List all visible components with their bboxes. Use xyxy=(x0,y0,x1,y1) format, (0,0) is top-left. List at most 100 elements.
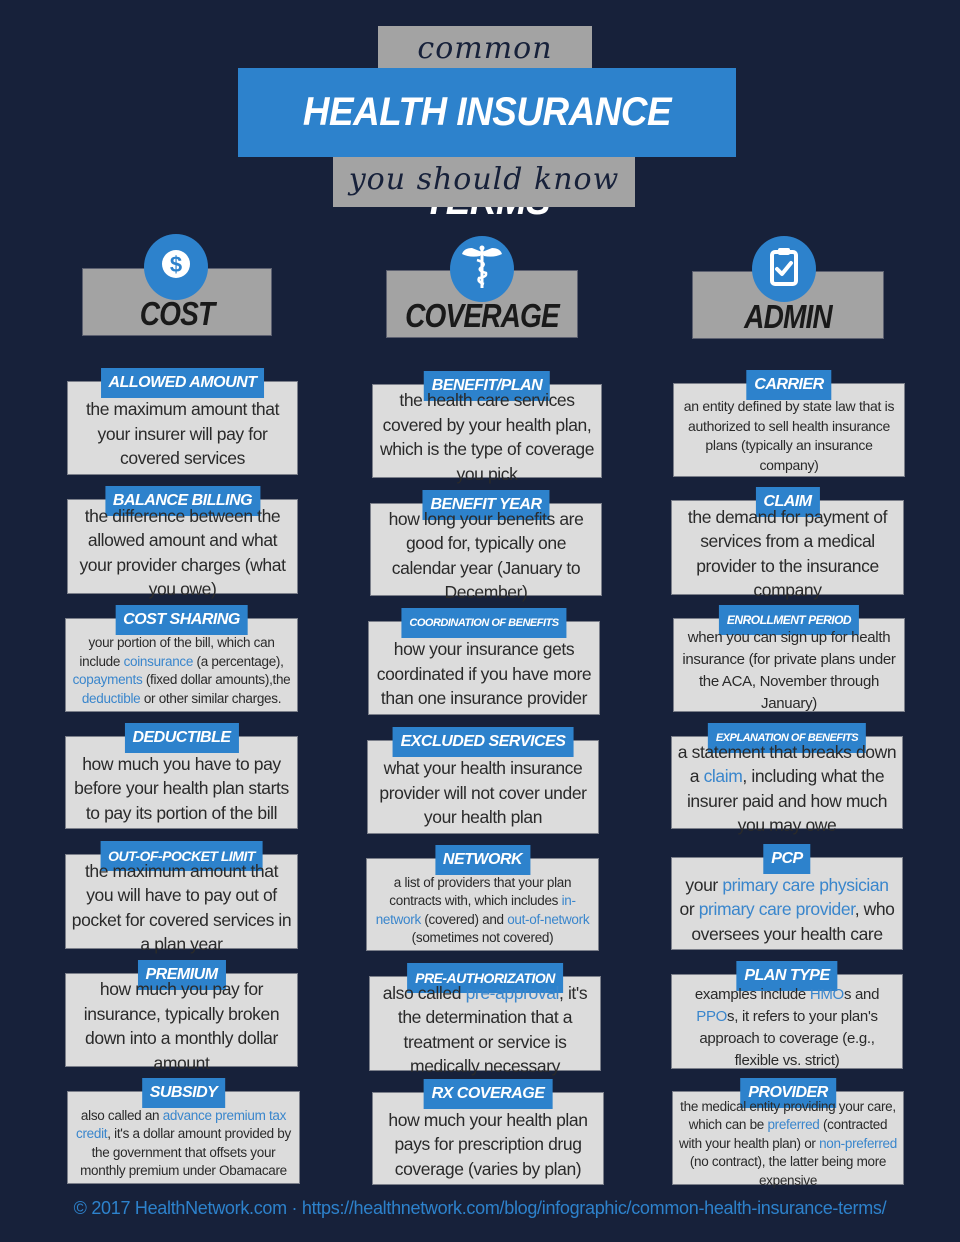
highlighted-term: HMO xyxy=(809,985,844,1003)
highlighted-term: primary care physician xyxy=(722,874,889,895)
term-title: SUBSIDY xyxy=(141,1078,226,1108)
term-description-text: how long your benefits are good for, typ… xyxy=(375,507,597,605)
term-description: how much your health plan pays for presc… xyxy=(377,1109,599,1180)
term-card: COORDINATION OF BENEFITS how your insura… xyxy=(368,608,600,715)
term-description-text: also called pre-approval, it's the deter… xyxy=(374,981,596,1079)
term-description: how long your benefits are good for, typ… xyxy=(375,509,597,603)
term-card: EXPLANATION OF BENEFITS a statement that… xyxy=(671,723,903,836)
term-description-text: the maximum amount that you will have to… xyxy=(70,859,293,957)
term-description: the difference between the allowed amoun… xyxy=(72,506,293,600)
description-segment: the demand for payment of services from … xyxy=(687,506,888,601)
term-description: the demand for payment of services from … xyxy=(676,507,899,601)
term-description: how much you pay for insurance, typicall… xyxy=(70,979,293,1073)
term-description-text: also called an advance premium tax credi… xyxy=(72,1107,295,1181)
term-description: the medical entity providing your care, … xyxy=(677,1099,899,1188)
term-card: BENEFIT/PLAN the health care services co… xyxy=(372,371,602,484)
term-card: RX COVERAGE how much your health plan pa… xyxy=(372,1079,604,1185)
description-segment: how your insurance gets coordinated if y… xyxy=(376,639,592,709)
term-description: a list of providers that your plan contr… xyxy=(371,875,594,946)
term-card: NETWORK a list of providers that your pl… xyxy=(366,845,599,951)
description-segment: s, it refers to your plan's approach to … xyxy=(699,1007,878,1069)
term-title: COST SHARING xyxy=(115,605,248,635)
highlighted-term: preferred xyxy=(767,1117,820,1133)
term-description: the health care services covered by your… xyxy=(377,390,597,484)
term-description-text: the medical entity providing your care, … xyxy=(677,1098,899,1191)
highlighted-term: non-preferred xyxy=(819,1135,897,1151)
term-description: how much you have to pay before your hea… xyxy=(70,753,293,824)
description-segment: (no contract), the latter being more exp… xyxy=(689,1154,887,1188)
term-card: DEDUCTIBLE how much you have to pay befo… xyxy=(65,723,298,829)
term-description-text: how much your health plan pays for presc… xyxy=(377,1108,599,1182)
term-title: RX COVERAGE xyxy=(423,1079,553,1109)
term-description: a statement that breaks down a claim, in… xyxy=(676,742,898,836)
description-segment: (covered) and xyxy=(420,911,508,927)
footer-credit-link[interactable]: © 2017 HealthNetwork.com · https://healt… xyxy=(0,1198,960,1219)
svg-text:$: $ xyxy=(170,252,182,277)
term-card: ALLOWED AMOUNT the maximum amount that y… xyxy=(67,368,298,475)
category-label: ADMIN xyxy=(744,298,833,335)
highlighted-term: primary care provider xyxy=(698,899,855,920)
term-card: PRE-AUTHORIZATION also called pre-approv… xyxy=(369,963,601,1077)
description-segment: an entity defined by state law that is a… xyxy=(683,398,895,473)
highlighted-term: claim xyxy=(703,766,743,786)
term-description: your primary care physician or primary c… xyxy=(676,874,898,945)
description-segment: (a percentage), xyxy=(193,653,284,669)
description-segment: how much you have to pay before your hea… xyxy=(74,753,289,823)
term-card: PROVIDER the medical entity providing yo… xyxy=(672,1078,904,1188)
term-card: OUT-OF-POCKET LIMIT the maximum amount t… xyxy=(65,841,298,955)
term-card: PCP your primary care physician or prima… xyxy=(671,844,903,950)
term-description-text: the demand for payment of services from … xyxy=(676,505,899,603)
term-description: also called pre-approval, it's the deter… xyxy=(374,983,596,1077)
category-label: COST xyxy=(139,295,215,332)
description-segment: (sometimes not covered) xyxy=(411,930,554,945)
header-pre-title: common xyxy=(417,31,553,66)
term-description-text: how much you have to pay before your hea… xyxy=(70,752,293,826)
term-description: also called an advance premium tax credi… xyxy=(72,1108,295,1179)
description-segment: when you can sign up for health insuranc… xyxy=(682,629,896,712)
term-card: BENEFIT YEAR how long your benefits are … xyxy=(370,490,602,603)
description-segment: or other similar charges. xyxy=(140,690,282,706)
term-title: PCP xyxy=(763,844,811,874)
term-description-text: the maximum amount that your insurer wil… xyxy=(72,397,293,471)
highlighted-term: copayments xyxy=(72,672,143,687)
term-description-text: your portion of the bill, which can incl… xyxy=(70,634,293,708)
term-description-text: a list of providers that your plan contr… xyxy=(371,874,594,948)
term-title: ALLOWED AMOUNT xyxy=(100,368,265,398)
term-description-text: your primary care physician or primary c… xyxy=(676,873,898,947)
term-title: CARRIER xyxy=(746,370,832,400)
term-title: COORDINATION OF BENEFITS xyxy=(401,608,567,638)
description-segment: the difference between the allowed amoun… xyxy=(79,505,286,600)
term-title: DEDUCTIBLE xyxy=(124,723,239,753)
clipboard-check-icon xyxy=(752,236,816,302)
term-description: an entity defined by state law that is a… xyxy=(678,397,900,475)
description-segment: also called an xyxy=(80,1107,163,1123)
term-description: the maximum amount that you will have to… xyxy=(70,861,293,955)
term-description-text: examples include HMOs and PPOs, it refer… xyxy=(676,984,898,1072)
highlighted-term: PPO xyxy=(696,1007,728,1025)
term-description-text: when you can sign up for health insuranc… xyxy=(678,627,900,715)
caduceus-icon xyxy=(450,236,514,302)
term-description: examples include HMOs and PPOs, it refer… xyxy=(676,986,898,1069)
description-segment: the health care services covered by your… xyxy=(379,390,595,484)
term-description-text: how much you pay for insurance, typicall… xyxy=(70,977,293,1075)
term-card: PREMIUM how much you pay for insurance, … xyxy=(65,960,298,1073)
term-description-text: what your health insurance provider will… xyxy=(372,756,594,830)
description-segment: the maximum amount that your insurer wil… xyxy=(85,399,280,469)
description-segment: what your health insurance provider will… xyxy=(379,758,587,828)
description-segment: s and xyxy=(843,985,880,1003)
header-title-box: HEALTH INSURANCE TERMS xyxy=(238,68,736,223)
term-title: NETWORK xyxy=(434,845,531,875)
term-card: CARRIER an entity defined by state law t… xyxy=(673,370,905,477)
term-description-text: an entity defined by state law that is a… xyxy=(678,397,900,475)
description-segment: how much your health plan pays for presc… xyxy=(388,1109,588,1179)
term-description-text: the health care services covered by your… xyxy=(377,388,597,486)
term-card: SUBSIDY also called an advance premium t… xyxy=(67,1078,300,1184)
description-segment: , it's a dollar amount provided by the g… xyxy=(80,1126,291,1178)
highlighted-term: out-of-network xyxy=(507,911,590,927)
term-card: EXCLUDED SERVICES what your health insur… xyxy=(367,727,599,834)
term-description: your portion of the bill, which can incl… xyxy=(70,635,293,707)
description-segment: or xyxy=(679,899,699,920)
header-subtitle-box: you should know xyxy=(333,157,635,207)
term-description: what your health insurance provider will… xyxy=(372,757,594,829)
description-segment: how long your benefits are good for, typ… xyxy=(388,508,584,603)
